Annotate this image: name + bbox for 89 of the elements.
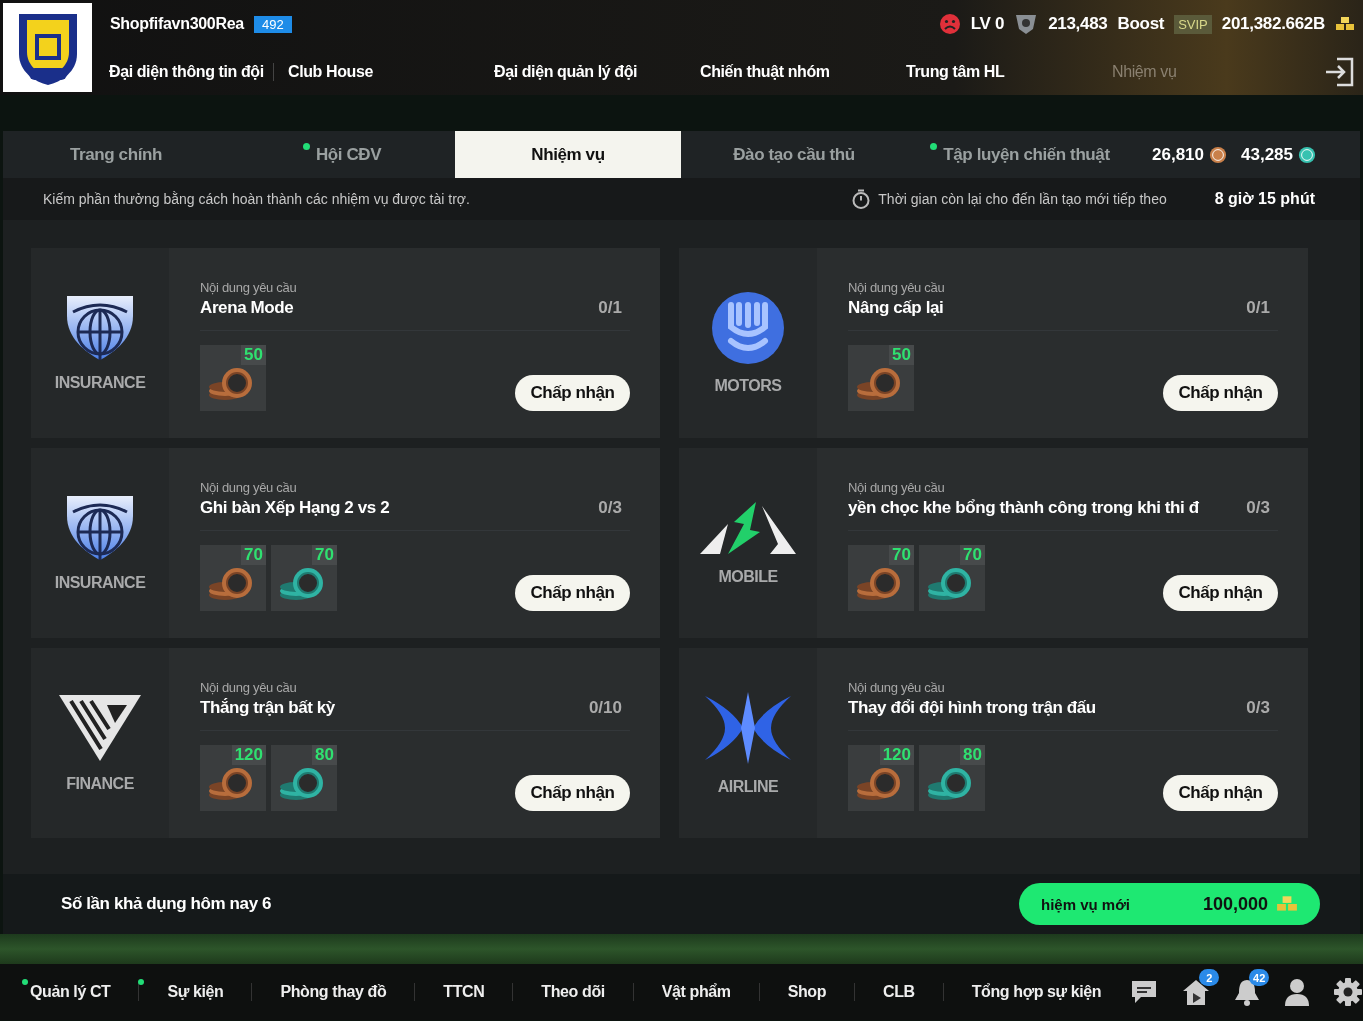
mission-title: Thắng trận bất kỳ (200, 698, 335, 718)
nav-link[interactable]: Chiến thuật nhóm (686, 62, 892, 81)
bottom-nav-item[interactable]: Tổng hợp sự kiện (943, 983, 1130, 1001)
accept-button[interactable]: Chấp nhận (1163, 375, 1278, 411)
sponsor-name: MOTORS (714, 377, 782, 395)
requirement-label: Nội dung yêu cầu (200, 280, 298, 295)
nav-link[interactable]: Club House (274, 62, 480, 81)
reward-amount: 80 (312, 745, 337, 765)
tab[interactable]: Tập luyện chiến thuật (907, 131, 1133, 178)
tab[interactable]: Đào tạo cầu thủ (681, 131, 907, 178)
reward-amount: 70 (889, 545, 914, 565)
sponsor-name: FINANCE (66, 775, 134, 793)
accept-button[interactable]: Chấp nhận (515, 575, 630, 611)
accept-button[interactable]: Chấp nhận (515, 375, 630, 411)
sponsor-name: AIRLINE (717, 778, 779, 796)
reward-amount: 120 (231, 745, 266, 765)
profile-icon[interactable] (1283, 977, 1312, 1007)
round-emblem-icon (711, 291, 785, 365)
new-mission-button[interactable]: hiệm vụ mới 100,000 (1019, 883, 1320, 925)
triangle-emblem-icon (57, 693, 143, 763)
requirement-label: Nội dung yêu cầu (848, 280, 946, 295)
mission-title: Ghi bàn Xếp Hạng 2 vs 2 (200, 498, 390, 518)
level-text: LV 0 (970, 14, 1005, 34)
reward-amount: 120 (879, 745, 914, 765)
progress-text: 0/3 (1246, 498, 1271, 518)
bars-stack-icon (1276, 895, 1298, 913)
club-name: Shopfifavn300Rea (110, 15, 244, 33)
bottom-nav-item[interactable]: CLB (855, 983, 944, 1001)
sad-face-icon (938, 13, 961, 35)
tab[interactable]: Trang chính (3, 131, 229, 178)
tab[interactable]: Nhiệm vụ (455, 131, 681, 178)
nav-link[interactable]: Đại diện quản lý đội (480, 62, 686, 81)
reward-amount: 50 (889, 345, 914, 365)
reward-amount: 80 (960, 745, 985, 765)
accept-button[interactable]: Chấp nhận (515, 775, 630, 811)
coin-icon (1298, 145, 1316, 164)
rating-badge: 492 (253, 15, 292, 33)
reward-amount: 50 (241, 345, 266, 365)
settings-icon[interactable] (1333, 977, 1363, 1007)
count-badge: 2 (1199, 969, 1220, 986)
sponsor-name: INSURANCE (54, 374, 146, 392)
currency-amount: 26,810 (1152, 144, 1204, 165)
reward-amount: 70 (960, 545, 985, 565)
coin-icon (1209, 145, 1227, 164)
description-text: Kiếm phần thưởng bằng cách hoàn thành các nhiệm vụ được tài trợ. (43, 191, 470, 207)
shield-globe-icon (65, 294, 135, 362)
progress-text: 0/3 (598, 498, 623, 518)
tab[interactable]: Hội CĐV (229, 131, 455, 178)
bottom-nav-item[interactable]: TTCN (415, 983, 514, 1001)
count-badge: 42 (1249, 969, 1270, 986)
mission-title: Arena Mode (200, 298, 294, 318)
reward-amount: 70 (241, 545, 266, 565)
sponsor-name: MOBILE (718, 568, 778, 586)
currency-amount: 43,285 (1241, 144, 1293, 165)
mission-title: yền chọc khe bổng thành công trong khi thi đ (848, 498, 1199, 518)
mission-title: Thay đổi đội hình trong trận đấu (848, 698, 1096, 718)
exit-icon[interactable] (1323, 55, 1355, 88)
nav-link[interactable]: Trung tâm HL (892, 62, 1098, 81)
points-text: 213,483 (1048, 14, 1108, 34)
balance-text: 201,382.662B (1221, 14, 1325, 34)
requirement-label: Nội dung yêu cầu (848, 480, 946, 495)
shield-globe-icon (65, 494, 135, 562)
available-count-text: Số lần khả dụng hôm nay 6 (61, 894, 272, 914)
nav-link[interactable]: Đại diện thông tin đội (95, 62, 274, 81)
stopwatch-icon (852, 189, 871, 209)
bottom-nav-item[interactable]: Theo dõi (513, 983, 634, 1001)
timer-label: Thời gian còn lại cho đến lần tạo mới tiếp theo (878, 191, 1167, 207)
progress-text: 0/1 (598, 298, 623, 318)
requirement-label: Nội dung yêu cầu (200, 680, 298, 695)
bars-stack-icon (1335, 16, 1355, 32)
mountain-lightning-icon (698, 500, 798, 556)
boost-label: Boost (1117, 14, 1165, 34)
progress-text: 0/10 (588, 698, 623, 718)
accept-button[interactable]: Chấp nhận (1163, 575, 1278, 611)
shield-icon (1014, 13, 1039, 35)
reward-amount: 70 (312, 545, 337, 565)
timer-value: 8 giờ 15 phút (1214, 190, 1315, 208)
mission-title: Nâng cấp lại (848, 298, 944, 318)
sponsor-name: INSURANCE (54, 574, 146, 592)
requirement-label: Nội dung yêu cầu (200, 480, 298, 495)
bottom-nav-item[interactable]: Sự kiện (139, 983, 253, 1001)
bottom-nav-item[interactable]: Shop (759, 983, 856, 1001)
vip-badge: SVIP (1174, 14, 1212, 34)
requirement-label: Nội dung yêu cầu (848, 680, 946, 695)
bottom-nav-item[interactable]: Vật phẩm (633, 983, 760, 1001)
accept-button[interactable]: Chấp nhận (1163, 775, 1278, 811)
bottom-nav-item[interactable]: Phòng thay đồ (252, 983, 416, 1001)
progress-text: 0/1 (1246, 298, 1271, 318)
progress-text: 0/3 (1246, 698, 1271, 718)
